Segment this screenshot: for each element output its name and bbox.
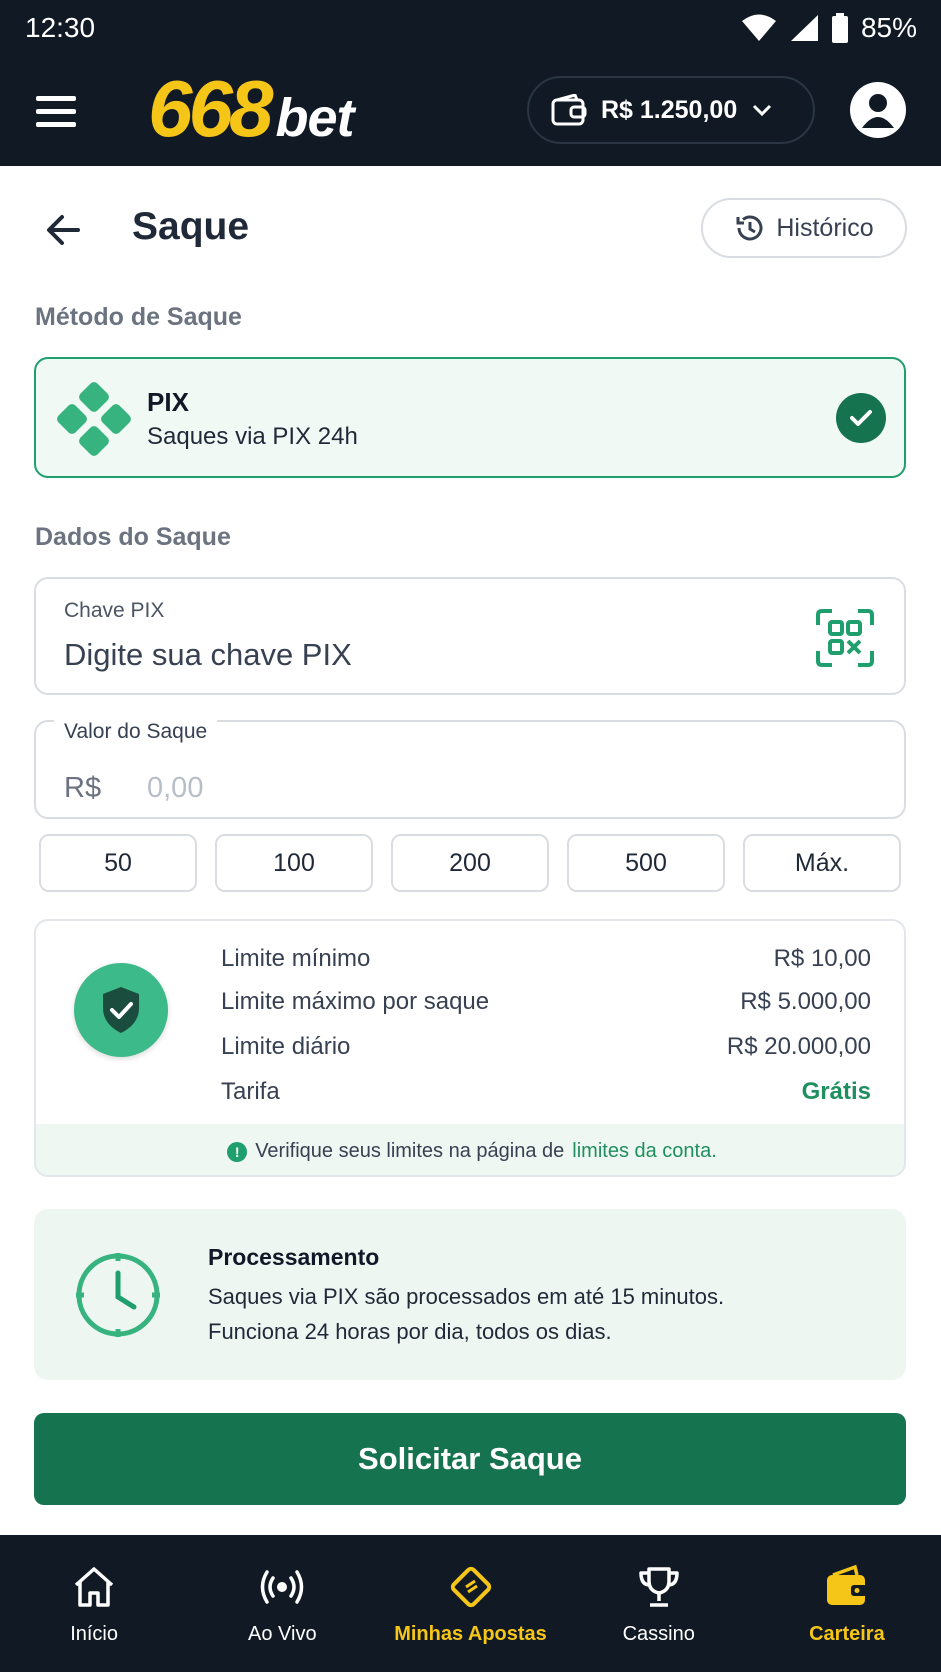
brand-logo[interactable]: 668 bet [148,64,354,154]
nav-live[interactable]: Ao Vivo [188,1535,376,1672]
back-button[interactable] [40,205,90,255]
wallet-icon [826,1564,867,1605]
processing-line-2: Funciona 24 horas por dia, todos os dias… [208,1319,612,1344]
selected-check-icon [836,393,886,443]
battery-icon [831,13,848,43]
status-bar: 12:30 85% [0,0,941,56]
nav-label: Início [70,1623,118,1645]
quick-amount-50[interactable]: 50 [39,834,197,892]
limits-card: Limite mínimo R$ 10,00 Limite máximo por… [34,919,906,1177]
currency-prefix: R$ [64,772,102,804]
home-icon [74,1567,114,1607]
limit-row: Limite diário R$ 20.000,00 [221,1033,871,1061]
logo-number: 668 [148,64,274,153]
history-button[interactable]: Histórico [701,198,907,258]
chevron-down-icon [753,104,772,117]
battery-level: 85% [860,12,917,43]
balance-dropdown[interactable]: R$ 1.250,00 [527,76,815,144]
wallet-icon [551,94,587,126]
limit-value: R$ 10,00 [773,945,871,972]
limit-value: R$ 20.000,00 [726,1033,871,1060]
limits-note: ! Verifique seus limites na página de li… [36,1124,904,1175]
nav-label: Cassino [622,1623,695,1645]
top-bar: 12:30 85% 668 bet R$ 1.250,00 [0,0,941,166]
wifi-icon [741,14,776,41]
logo-word: bet [275,88,354,148]
ticket-icon [450,1566,491,1608]
quick-amount-100[interactable]: 100 [215,834,373,892]
hamburger-icon-line [36,108,76,114]
history-icon [736,215,763,241]
limits-note-text: Verifique seus limites na página de [255,1140,565,1162]
amount-field[interactable]: Valor do Saque R$ 0,00 [34,720,906,819]
amount-label: Valor do Saque [54,720,218,744]
nav-label: Ao Vivo [248,1623,317,1645]
profile-avatar[interactable] [850,82,906,138]
info-icon: ! [227,1141,248,1162]
history-label: Histórico [776,213,874,242]
data-section-label: Dados do Saque [35,523,231,551]
limit-label: Limite mínimo [221,945,371,972]
limit-row: Limite mínimo R$ 10,00 [221,945,871,973]
status-icons: 85% [741,12,917,44]
method-section-label: Método de Saque [35,303,242,331]
live-icon [261,1570,304,1604]
processing-title: Processamento [208,1244,380,1270]
limit-row: Tarifa Grátis [221,1078,871,1106]
quick-amounts: 50 100 200 500 Máx. [34,834,906,892]
processing-info: Processamento Saques via PIX são process… [34,1209,906,1380]
limit-row: Limite máximo por saque R$ 5.000,00 [221,988,871,1016]
limit-label: Limite diário [221,1033,351,1060]
page-title: Saque [132,205,250,248]
clock-icon [76,1253,160,1337]
pix-key-input[interactable]: Digite sua chave PIX [64,637,352,673]
limit-value: R$ 5.000,00 [740,988,871,1015]
arrow-left-icon [47,215,80,245]
qr-scan-icon[interactable] [816,609,874,667]
hamburger-icon-line [36,121,76,127]
nav-casino[interactable]: Cassino [565,1535,753,1672]
quick-amount-500[interactable]: 500 [567,834,725,892]
nav-my-bets[interactable]: Minhas Apostas [376,1535,564,1672]
status-time: 12:30 [25,12,96,43]
trophy-icon [638,1567,679,1607]
method-description: Saques via PIX 24h [147,423,358,450]
app-header: 668 bet R$ 1.250,00 [0,56,941,166]
account-limits-link[interactable]: limites da conta. [572,1140,717,1163]
user-icon [862,94,894,128]
hamburger-icon-line [36,95,76,101]
nav-label: Minhas Apostas [394,1623,547,1645]
processing-line-1: Saques via PIX são processados em até 15… [208,1284,725,1309]
shield-check-icon [74,963,168,1057]
signal-icon [790,15,818,41]
quick-amount-200[interactable]: 200 [391,834,549,892]
pix-method-card[interactable]: PIX Saques via PIX 24h [34,357,906,478]
amount-input[interactable]: 0,00 [147,772,203,805]
quick-amount-max[interactable]: Máx. [743,834,901,892]
nav-home[interactable]: Início [0,1535,188,1672]
method-name: PIX [147,387,189,417]
fee-value: Grátis [801,1078,871,1105]
bottom-nav: Início Ao Vivo Minhas Apostas Cassino Ca… [0,1535,941,1672]
request-withdrawal-button[interactable]: Solicitar Saque [34,1413,906,1505]
pix-icon [57,382,131,456]
pix-key-field[interactable]: Chave PIX Digite sua chave PIX [34,577,906,695]
nav-label: Carteira [809,1623,885,1645]
pix-key-label: Chave PIX [64,599,165,622]
balance-amount: R$ 1.250,00 [601,95,738,124]
limit-label: Tarifa [221,1078,280,1105]
menu-button[interactable] [36,86,86,136]
nav-wallet[interactable]: Carteira [753,1535,941,1672]
limit-label: Limite máximo por saque [221,988,490,1015]
